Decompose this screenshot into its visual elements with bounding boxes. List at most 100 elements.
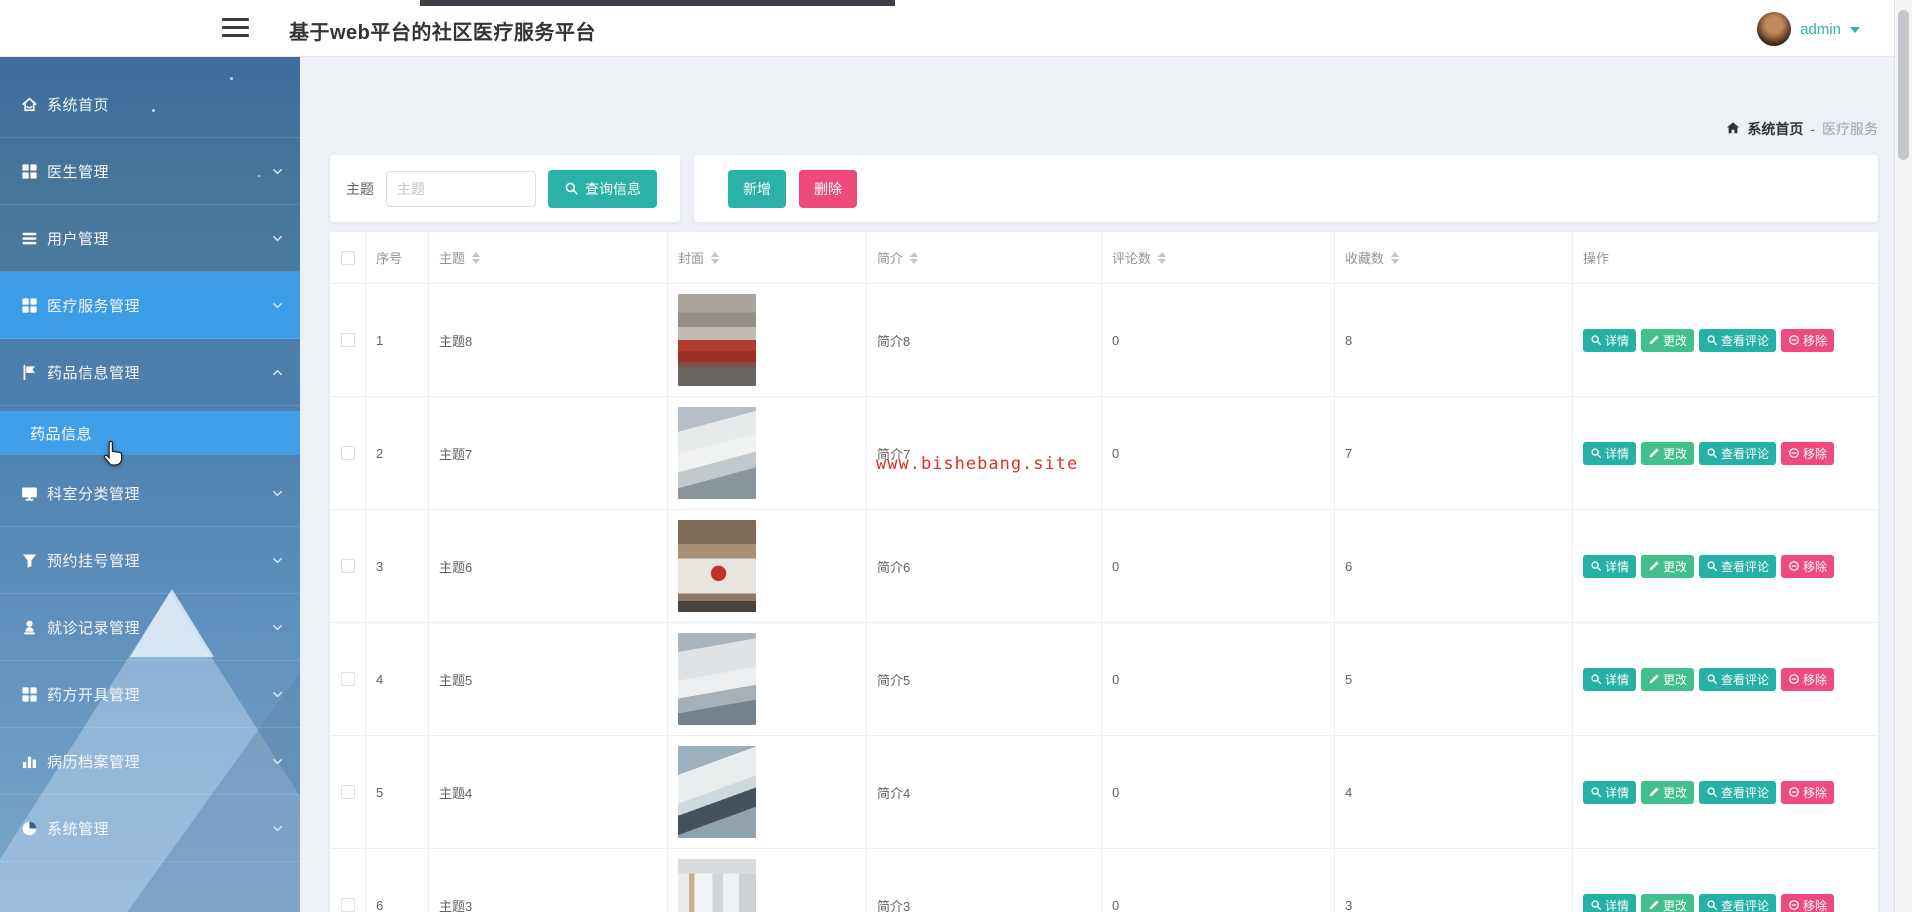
chevron-down-icon	[271, 688, 284, 701]
action-button-remove[interactable]: 移除	[1781, 780, 1835, 804]
sort-caret-icon[interactable]	[1158, 251, 1167, 264]
table-header-cell[interactable]: 主题	[429, 232, 668, 283]
sidebar-item[interactable]: 预约挂号管理	[0, 527, 300, 594]
sidebar-item[interactable]: 病历档案管理	[0, 728, 300, 795]
sidebar-item[interactable]: 药品信息管理	[0, 339, 300, 406]
action-button-remove[interactable]: 移除	[1781, 441, 1835, 465]
action-button-label: 移除	[1803, 785, 1828, 800]
cover-image[interactable]	[678, 633, 756, 725]
action-button-view-comments[interactable]: 查看评论	[1699, 667, 1777, 691]
sort-caret-icon[interactable]	[1391, 251, 1400, 264]
action-button-label: 查看评论	[1721, 672, 1770, 687]
action-button-view-comments[interactable]: 查看评论	[1699, 554, 1777, 578]
action-button-edit[interactable]: 更改	[1641, 780, 1695, 804]
row-checkbox-cell	[330, 284, 366, 396]
action-button-remove[interactable]: 移除	[1781, 554, 1835, 578]
sidebar-item[interactable]: 用户管理	[0, 205, 300, 272]
cell-intro-text: 简介7	[877, 446, 911, 462]
menu-toggle-icon[interactable]	[222, 18, 249, 39]
action-button-details[interactable]: 详情	[1583, 328, 1637, 352]
sort-caret-icon[interactable]	[711, 251, 720, 264]
sidebar-item[interactable]: 系统管理	[0, 795, 300, 862]
cell-favorites: 8	[1335, 284, 1573, 396]
action-button-details[interactable]: 详情	[1583, 780, 1637, 804]
sidebar-item[interactable]: 系统首页	[0, 71, 300, 138]
table-header-cell[interactable]: 评论数	[1102, 232, 1335, 283]
row-checkbox[interactable]	[340, 785, 355, 799]
cover-image[interactable]	[678, 520, 756, 612]
action-button-remove[interactable]: 移除	[1781, 893, 1835, 912]
cell-intro-text: 简介3	[877, 898, 911, 912]
chevron-down-icon	[271, 621, 284, 634]
search-button[interactable]: 查询信息	[548, 169, 657, 208]
column-label: 主题	[439, 251, 466, 266]
monitor-icon	[21, 485, 38, 502]
action-button-edit[interactable]: 更改	[1641, 328, 1695, 352]
sidebar-item-label: 就诊记录管理	[47, 619, 141, 637]
table-header-cell[interactable]: 简介	[867, 232, 1102, 283]
sort-caret-icon[interactable]	[472, 251, 481, 264]
action-button-view-comments[interactable]: 查看评论	[1699, 893, 1777, 912]
sidebar-subitem[interactable]: 药品信息	[0, 406, 300, 460]
add-button[interactable]: 新增	[728, 169, 786, 208]
sidebar-item[interactable]: 科室分类管理	[0, 460, 300, 527]
action-button-view-comments[interactable]: 查看评论	[1699, 328, 1777, 352]
action-button-label: 查看评论	[1721, 898, 1770, 912]
cell-intro: 简介8	[867, 284, 1102, 396]
table-header-cell[interactable]: 封面	[668, 232, 867, 283]
action-button-remove[interactable]: 移除	[1781, 328, 1835, 352]
sidebar-item-label: 医生管理	[47, 163, 110, 181]
action-button-edit[interactable]: 更改	[1641, 667, 1695, 691]
cell-comments: 0	[1102, 736, 1335, 848]
row-checkbox[interactable]	[340, 672, 355, 686]
cover-image[interactable]	[678, 294, 756, 386]
cell-topic: 主题5	[429, 623, 668, 735]
table-header-cell[interactable]: 收藏数	[1335, 232, 1573, 283]
row-checkbox[interactable]	[340, 446, 355, 460]
sidebar-item[interactable]: 药方开具管理	[0, 661, 300, 728]
action-button-view-comments[interactable]: 查看评论	[1699, 780, 1777, 804]
cell-favorites: 7	[1335, 397, 1573, 509]
table-row: 6 主题3 简介3 0 3 详情 更改 查看评论 移除	[330, 849, 1878, 912]
table-header-cell: 序号	[366, 232, 429, 283]
sidebar-item[interactable]: 医疗服务管理	[0, 272, 300, 339]
row-checkbox[interactable]	[340, 559, 355, 573]
action-button-edit[interactable]: 更改	[1641, 441, 1695, 465]
funnel-icon	[21, 552, 38, 569]
cover-image[interactable]	[678, 859, 756, 912]
search-input[interactable]	[386, 170, 536, 207]
row-checkbox[interactable]	[340, 333, 355, 347]
cell-intro: 简介7	[867, 397, 1102, 509]
home-icon	[1727, 122, 1740, 134]
cell-topic: 主题3	[429, 849, 668, 912]
main-content: 系统首页 - 医疗服务 主题 查询信息 新增 删除 序号主题封面简介评论数收藏数…	[300, 57, 1894, 912]
cell-topic: 主题6	[429, 510, 668, 622]
action-button-details[interactable]: 详情	[1583, 667, 1637, 691]
action-button-label: 更改	[1663, 446, 1688, 461]
sidebar-item-label: 系统首页	[47, 96, 110, 114]
action-button-edit[interactable]: 更改	[1641, 893, 1695, 912]
cover-image[interactable]	[678, 407, 756, 499]
breadcrumb-current: 医疗服务	[1822, 121, 1878, 137]
cell-topic: 主题7	[429, 397, 668, 509]
select-all-checkbox[interactable]	[340, 250, 355, 265]
action-button-edit[interactable]: 更改	[1641, 554, 1695, 578]
action-button-remove[interactable]: 移除	[1781, 667, 1835, 691]
row-checkbox[interactable]	[340, 898, 355, 912]
sidebar-item[interactable]: 医生管理	[0, 138, 300, 205]
action-button-details[interactable]: 详情	[1583, 554, 1637, 578]
scrollbar-thumb[interactable]	[1898, 10, 1909, 160]
breadcrumb-home-link[interactable]: 系统首页	[1747, 119, 1803, 139]
chevron-down-icon	[271, 232, 284, 245]
action-button-details[interactable]: 详情	[1583, 441, 1637, 465]
cell-index: 2	[366, 397, 429, 509]
user-menu[interactable]: admin	[1757, 10, 1860, 48]
scrollbar[interactable]	[1894, 0, 1912, 912]
sort-caret-icon[interactable]	[910, 251, 919, 264]
sidebar-item[interactable]: 就诊记录管理	[0, 594, 300, 661]
action-button-view-comments[interactable]: 查看评论	[1699, 441, 1777, 465]
cell-topic-text: 主题6	[439, 559, 473, 575]
cover-image[interactable]	[678, 746, 756, 838]
delete-button[interactable]: 删除	[799, 169, 857, 208]
action-button-details[interactable]: 详情	[1583, 893, 1637, 912]
